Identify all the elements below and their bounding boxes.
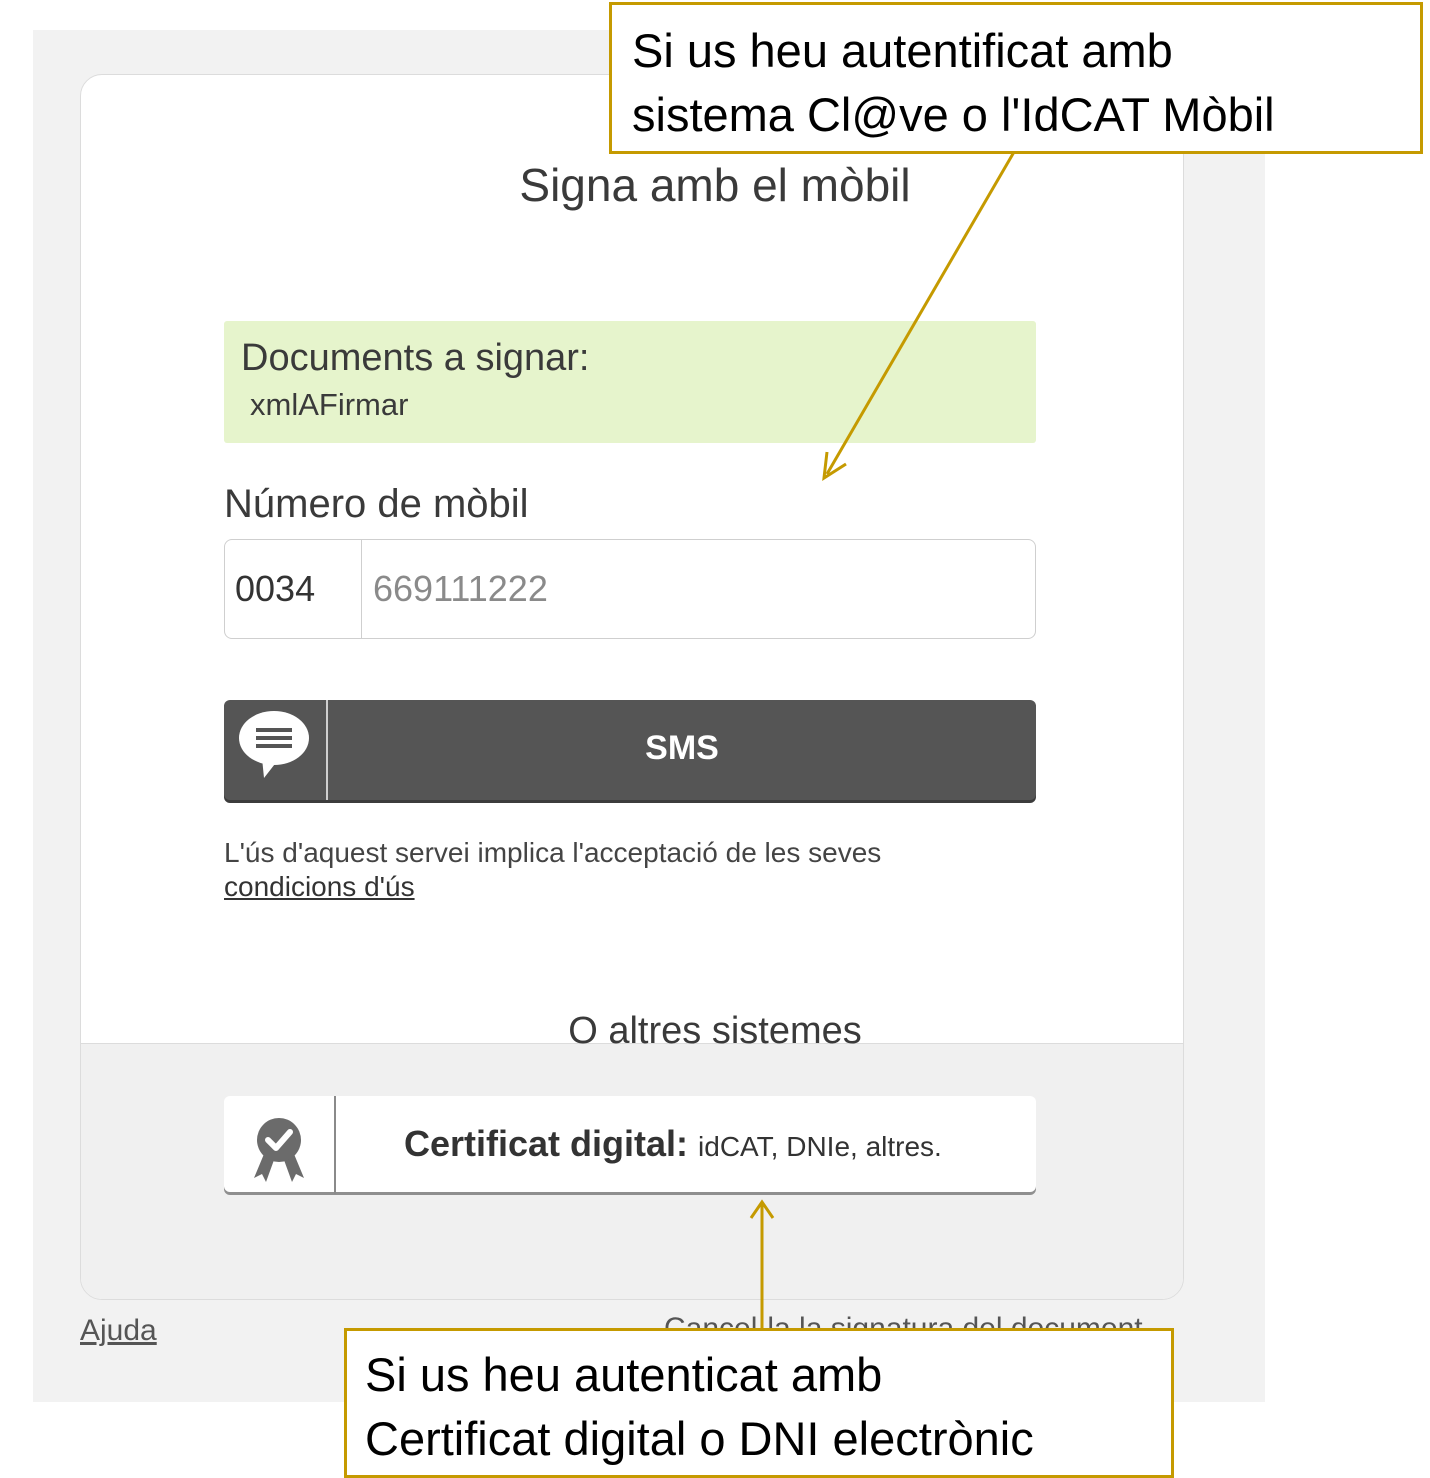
terms-sentence: L'ús d'aquest servei implica l'acceptaci… [224,837,882,868]
sms-button[interactable]: SMS [224,700,1036,800]
document-name: xmlAFirmar [250,387,409,422]
terms-link[interactable]: condicions d'ús [224,871,415,902]
sms-icon-area [224,700,328,800]
page-title: Signa amb el mòbil [519,159,911,211]
annotation-top-line2: sistema Cl@ve o l'IdCAT Mòbil [632,88,1275,141]
help-link[interactable]: Ajuda [80,1314,157,1348]
sms-button-label: SMS [645,729,719,767]
chat-bubble-icon [239,711,309,778]
terms-text: L'ús d'aquest servei implica l'acceptaci… [224,836,1024,904]
annotation-bottom: Si us heu autenticat amb Certificat digi… [344,1328,1174,1478]
annotation-top-line1: Si us heu autentificat amb [632,24,1173,77]
digital-certificate-button[interactable]: Certificat digital: idCAT, DNIe, altres. [224,1096,1036,1194]
annotation-bottom-line2: Certificat digital o DNI electrònic [365,1412,1034,1465]
digital-certificate-label: Certificat digital: idCAT, DNIe, altres. [404,1096,942,1192]
annotation-bottom-line1: Si us heu autenticat amb [365,1348,883,1401]
mobile-number-input[interactable]: 669111222 [373,540,548,638]
country-prefix-field[interactable]: 0034 [225,540,362,638]
documents-label: Documents a signar: [241,337,590,379]
other-systems-title: O altres sistemes [568,1010,862,1052]
certificate-types: idCAT, DNIe, altres. [698,1131,942,1162]
phone-input-group: 0034 669111222 [224,539,1036,639]
mobile-number-label: Número de mòbil [224,482,529,526]
award-badge-icon [254,1118,304,1182]
annotation-top: Si us heu autentificat amb sistema Cl@ve… [609,2,1423,154]
certificate-bold-label: Certificat digital: [404,1123,689,1164]
certificate-icon-area [224,1096,336,1194]
documents-box: Documents a signar: xmlAFirmar [224,321,1036,443]
